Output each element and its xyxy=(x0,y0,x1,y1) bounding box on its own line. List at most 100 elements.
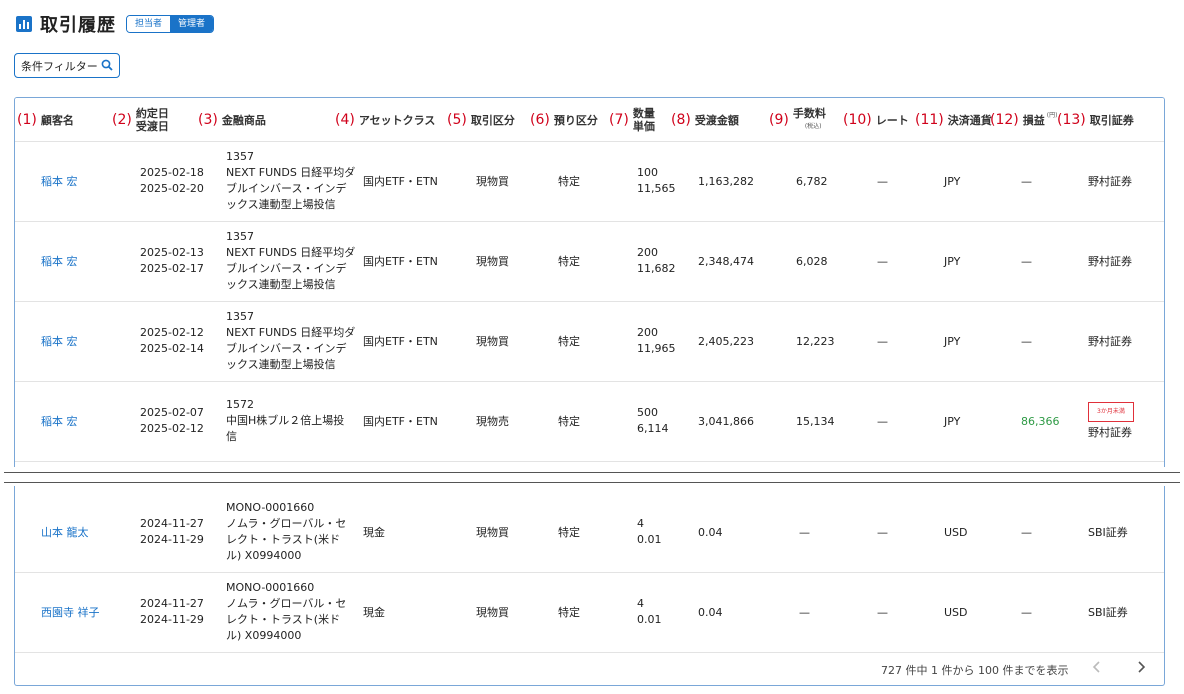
role-toggle: 担当者 管理者 xyxy=(126,15,215,33)
rate: — xyxy=(877,334,888,348)
asset-class: 国内ETF・ETN xyxy=(363,175,438,188)
broker: 野村証券 xyxy=(1088,255,1132,268)
table-row[interactable]: 山本 龍太 2024-11-27 2024-11-29 MONO-0001660 ノ… xyxy=(15,492,1164,573)
role-tab-admin[interactable]: 管理者 xyxy=(170,16,214,32)
customer-link[interactable]: 稲本 宏 xyxy=(41,173,78,189)
product-code: 1357 xyxy=(226,310,254,323)
profit: — xyxy=(1021,174,1032,188)
product-name-line: ル) X0994000 xyxy=(226,629,302,642)
product-name-line: ル) X0994000 xyxy=(226,549,302,562)
broker: 野村証券 xyxy=(1088,175,1132,188)
customer-link[interactable]: 稲本 宏 xyxy=(41,333,78,349)
currency: USD xyxy=(944,525,968,539)
settle-amount: 0.04 xyxy=(698,525,723,539)
product-name-line: ブルインバース・インデ xyxy=(226,182,347,195)
settle-date: 2025-02-17 xyxy=(140,262,204,275)
next-page-icon[interactable] xyxy=(1133,659,1149,675)
page-title: 取引履歴 xyxy=(40,15,116,36)
rate: — xyxy=(877,254,888,268)
header-broker[interactable]: (13) 取引証券 xyxy=(1057,98,1134,141)
asset-class: 国内ETF・ETN xyxy=(363,415,438,428)
table-row[interactable]: 稲本 宏 2025-02-07 2025-02-12 1572 中国H株ブル２倍上場… xyxy=(15,381,1164,462)
quantity: 200 xyxy=(637,326,658,339)
trade-type: 現物買 xyxy=(476,255,509,268)
fee: — xyxy=(799,605,810,619)
settle-amount: 3,041,866 xyxy=(698,414,754,428)
header-amount[interactable]: (8) 受渡金額 xyxy=(671,98,739,141)
trade-type: 現物買 xyxy=(476,526,509,539)
profit: 86,366 xyxy=(1021,414,1060,428)
customer-link[interactable]: 西園寺 祥子 xyxy=(41,604,100,620)
fee: 6,782 xyxy=(796,174,828,188)
table-row[interactable]: 稲本 宏 2025-02-12 2025-02-14 1357 NEXT FUNDS… xyxy=(15,301,1164,382)
search-icon xyxy=(101,59,113,71)
header-customer[interactable]: (1) 顧客名 xyxy=(17,98,74,141)
product-name-line: NEXT FUNDS 日経平均ダ xyxy=(226,326,356,339)
header-trade-type[interactable]: (5) 取引区分 xyxy=(447,98,515,141)
settle-amount: 1,163,282 xyxy=(698,174,754,188)
product-name-line: ノムラ・グローバル・セ xyxy=(226,597,347,610)
filter-label: 条件フィルター xyxy=(21,59,98,73)
header-rate[interactable]: (10) レート xyxy=(843,98,909,141)
unit-price: 11,965 xyxy=(637,342,676,355)
table-header: (1) 顧客名 (2) 約定日 受渡日 (3) 金融商品 (4) アセットクラス (5) 取… xyxy=(15,98,1164,142)
asset-class: 国内ETF・ETN xyxy=(363,335,438,348)
broker: 野村証券 xyxy=(1088,425,1132,439)
profit: — xyxy=(1021,525,1032,539)
currency: JPY xyxy=(944,254,961,268)
product-name-line: レクト・トラスト(米ド xyxy=(226,533,341,546)
product-name-line: 信 xyxy=(226,430,237,443)
settle-date: 2024-11-29 xyxy=(140,533,204,546)
quantity: 4 xyxy=(637,517,644,530)
trade-date: 2025-02-13 xyxy=(140,246,204,259)
product-name-line: ックス連動型上場投信 xyxy=(226,278,336,291)
prev-page-icon[interactable] xyxy=(1089,659,1105,675)
fee: — xyxy=(799,525,810,539)
break-line xyxy=(4,482,1180,483)
settle-amount: 2,348,474 xyxy=(698,254,754,268)
currency: JPY xyxy=(944,174,961,188)
page-header: 取引履歴 担当者 管理者 xyxy=(16,12,215,36)
header-profit[interactable]: (12) 損益 (円) xyxy=(990,98,1057,141)
fee: 6,028 xyxy=(796,254,828,268)
table-row[interactable]: 稲本 宏 2025-02-18 2025-02-20 1357 NEXT FUNDS… xyxy=(15,141,1164,222)
table-row[interactable]: 稲本 宏 2025-02-13 2025-02-17 1357 NEXT FUNDS… xyxy=(15,221,1164,302)
broker: 野村証券 xyxy=(1088,335,1132,348)
header-product[interactable]: (3) 金融商品 xyxy=(198,98,266,141)
trade-type: 現物売 xyxy=(476,415,509,428)
fee: 12,223 xyxy=(796,334,835,348)
currency: JPY xyxy=(944,334,961,348)
product-code: 1572 xyxy=(226,398,254,411)
header-fee[interactable]: (9) 手数料 (税込) xyxy=(769,98,826,141)
settle-amount: 0.04 xyxy=(698,605,723,619)
customer-link[interactable]: 稲本 宏 xyxy=(41,253,78,269)
product-name-line: NEXT FUNDS 日経平均ダ xyxy=(226,166,356,179)
settle-date: 2025-02-14 xyxy=(140,342,204,355)
header-custody[interactable]: (6) 預り区分 xyxy=(530,98,598,141)
quantity: 4 xyxy=(637,597,644,610)
custody-type: 特定 xyxy=(558,175,580,188)
trade-date: 2025-02-18 xyxy=(140,166,204,179)
header-qty-price[interactable]: (7) 数量 単価 xyxy=(609,98,655,141)
trade-type: 現物買 xyxy=(476,606,509,619)
filter-button[interactable]: 条件フィルター xyxy=(14,53,120,78)
product-name-line: レクト・トラスト(米ド xyxy=(226,613,341,626)
header-asset-class[interactable]: (4) アセットクラス xyxy=(335,98,435,141)
custody-type: 特定 xyxy=(558,335,580,348)
customer-link[interactable]: 稲本 宏 xyxy=(41,413,78,429)
break-line xyxy=(4,472,1180,473)
table-row[interactable]: 西園寺 祥子 2024-11-27 2024-11-29 MONO-0001660… xyxy=(15,572,1164,653)
customer-link[interactable]: 山本 龍太 xyxy=(41,524,89,540)
asset-class: 現金 xyxy=(363,606,385,619)
trade-type: 現物買 xyxy=(476,175,509,188)
header-dates[interactable]: (2) 約定日 受渡日 xyxy=(112,98,169,141)
rate: — xyxy=(877,414,888,428)
bar-chart-icon xyxy=(16,16,32,32)
quantity: 200 xyxy=(637,246,658,259)
role-tab-staff[interactable]: 担当者 xyxy=(127,16,171,32)
custody-type: 特定 xyxy=(558,606,580,619)
pagination-summary: 727 件中 1 件から 100 件までを表示 xyxy=(881,664,1069,677)
trade-type: 現物買 xyxy=(476,335,509,348)
header-currency[interactable]: (11) 決済通貨 xyxy=(915,98,992,141)
broker: SBI証券 xyxy=(1088,606,1128,619)
